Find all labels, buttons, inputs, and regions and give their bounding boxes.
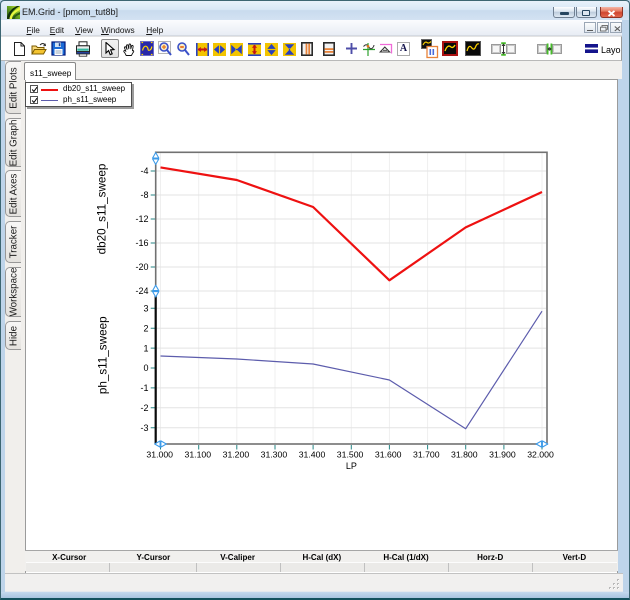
svg-text:-12: -12 (135, 214, 148, 224)
svg-text:32.000: 32.000 (527, 450, 554, 460)
svg-text:LP: LP (346, 461, 357, 471)
svg-text:-20: -20 (135, 262, 148, 272)
svg-text:-16: -16 (135, 238, 148, 248)
svg-text:-8: -8 (140, 190, 148, 200)
svg-text:-1: -1 (140, 383, 148, 393)
svg-text:31.100: 31.100 (185, 450, 212, 460)
svg-text:db20_s11_sweep: db20_s11_sweep (96, 163, 109, 254)
svg-text:-2: -2 (140, 403, 148, 413)
svg-text:-4: -4 (140, 166, 148, 176)
svg-text:31.500: 31.500 (337, 450, 364, 460)
svg-text:3: 3 (143, 303, 148, 313)
svg-text:0: 0 (143, 363, 148, 373)
svg-text:31.000: 31.000 (146, 450, 173, 460)
svg-text:1: 1 (143, 343, 148, 353)
svg-text:2: 2 (143, 323, 148, 333)
svg-text:31.800: 31.800 (451, 450, 478, 460)
svg-text:31.200: 31.200 (223, 450, 250, 460)
svg-text:31.700: 31.700 (413, 450, 440, 460)
svg-text:-3: -3 (140, 423, 148, 433)
svg-text:31.300: 31.300 (261, 450, 288, 460)
svg-text:31.600: 31.600 (375, 450, 402, 460)
svg-text:31.900: 31.900 (489, 450, 516, 460)
svg-text:-24: -24 (135, 286, 148, 296)
svg-text:31.400: 31.400 (299, 450, 326, 460)
svg-text:ph_s11_sweep: ph_s11_sweep (97, 316, 110, 394)
